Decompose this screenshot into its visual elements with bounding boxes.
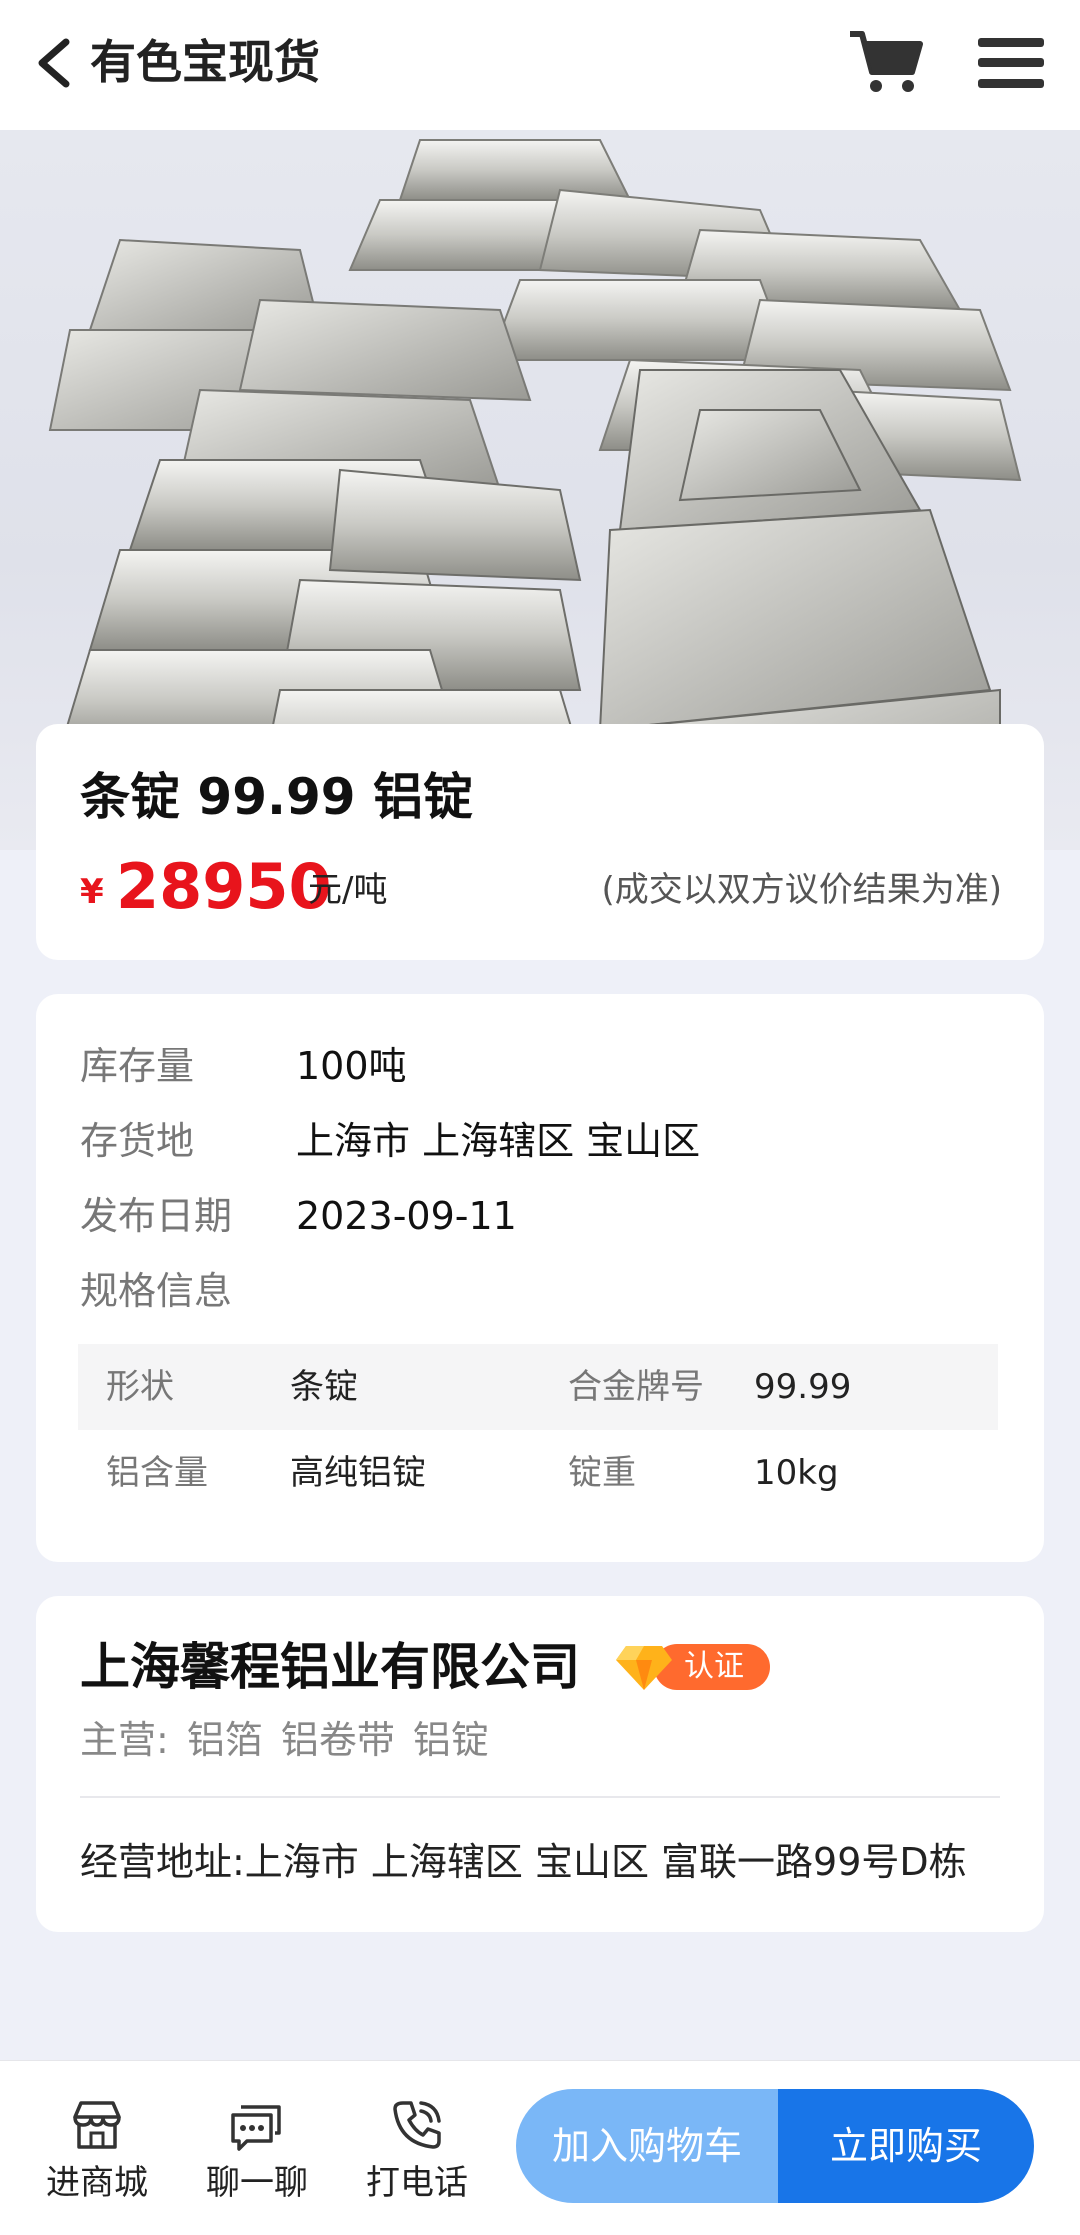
info-label: 库存量 (80, 1044, 195, 1088)
page-title: 有色宝现货 (90, 35, 320, 89)
badge-label: 认证 (684, 1649, 744, 1684)
info-label: 规格信息 (80, 1269, 233, 1313)
spec-key: 形状 (106, 1367, 174, 1407)
diamond-icon (616, 1646, 672, 1690)
spec-value: 10kg (754, 1453, 839, 1493)
spec-key: 铝含量 (106, 1453, 208, 1493)
spec-value: 条锭 (290, 1367, 358, 1407)
shop-button[interactable]: 进商城 (22, 2097, 172, 2217)
shop-label: 进商城 (46, 2163, 148, 2203)
menu-icon[interactable] (978, 36, 1044, 90)
currency-symbol: ¥ (80, 872, 104, 912)
spec-value: 99.99 (754, 1367, 852, 1407)
spec-key: 合金牌号 (568, 1367, 704, 1407)
spec-value: 高纯铝锭 (290, 1453, 426, 1493)
spec-row: 铝含量 高纯铝锭 锭重 10kg (78, 1430, 998, 1516)
main-business-label: 主营: (80, 1718, 169, 1762)
product-summary-card: 条锭 99.99 铝锭 ¥ 28950 元/吨 (成交以双方议价结果为准) (36, 724, 1044, 960)
price-note: (成交以双方议价结果为准) (601, 870, 1002, 910)
product-info-card: 库存量 100吨 存货地 上海市 上海辖区 宝山区 发布日期 2023-09-1… (36, 994, 1044, 1562)
call-label: 打电话 (366, 2163, 468, 2203)
cart-icon[interactable] (848, 28, 924, 96)
main-business-item: 铝卷带 (280, 1718, 395, 1762)
verified-badge: 认证 (614, 1640, 770, 1692)
add-to-cart-button[interactable]: 加入购物车 (516, 2089, 778, 2203)
bottom-action-bar: 进商城 聊一聊 打电话 加入购物车 立即购买 (0, 2060, 1080, 2235)
spec-table: 形状 条锭 合金牌号 99.99 铝含量 高纯铝锭 锭重 10kg (78, 1344, 998, 1516)
info-label: 存货地 (80, 1119, 195, 1163)
chevron-left-icon[interactable] (32, 36, 74, 90)
main-business-item: 铝箔 (186, 1718, 263, 1762)
price-unit: 元/吨 (308, 870, 388, 910)
info-value: 100吨 (296, 1044, 407, 1088)
top-bar: 有色宝现货 (0, 0, 1080, 130)
info-value: 上海市 上海辖区 宝山区 (296, 1119, 701, 1163)
main-business-item: 铝锭 (412, 1718, 489, 1762)
info-label: 发布日期 (80, 1194, 233, 1238)
info-value: 2023-09-11 (296, 1194, 517, 1238)
chat-label: 聊一聊 (206, 2163, 308, 2203)
buy-now-label: 立即购买 (829, 2124, 982, 2168)
add-to-cart-label: 加入购物车 (551, 2124, 742, 2168)
product-title: 条锭 99.99 铝锭 (80, 768, 473, 826)
product-price: 28950 (116, 850, 332, 923)
spec-row: 形状 条锭 合金牌号 99.99 (78, 1344, 998, 1430)
company-name[interactable]: 上海馨程铝业有限公司 (80, 1632, 580, 1702)
chat-icon (231, 2105, 281, 2151)
divider (80, 1796, 1000, 1798)
buy-now-button[interactable]: 立即购买 (778, 2089, 1034, 2203)
seller-card[interactable]: 上海馨程铝业有限公司 认证 主营: 铝箔 铝卷带 铝锭 经营地址:上海市 上海辖区 宝… (36, 1596, 1044, 1932)
phone-icon (393, 2101, 441, 2149)
chat-button[interactable]: 聊一聊 (182, 2097, 332, 2217)
store-icon (73, 2101, 121, 2149)
spec-key: 锭重 (568, 1453, 636, 1493)
main-business: 主营: 铝箔 铝卷带 铝锭 (80, 1712, 507, 1768)
company-address: 经营地址:上海市 上海辖区 宝山区 富联一路99号D栋 (80, 1840, 967, 1884)
call-button[interactable]: 打电话 (342, 2097, 492, 2217)
